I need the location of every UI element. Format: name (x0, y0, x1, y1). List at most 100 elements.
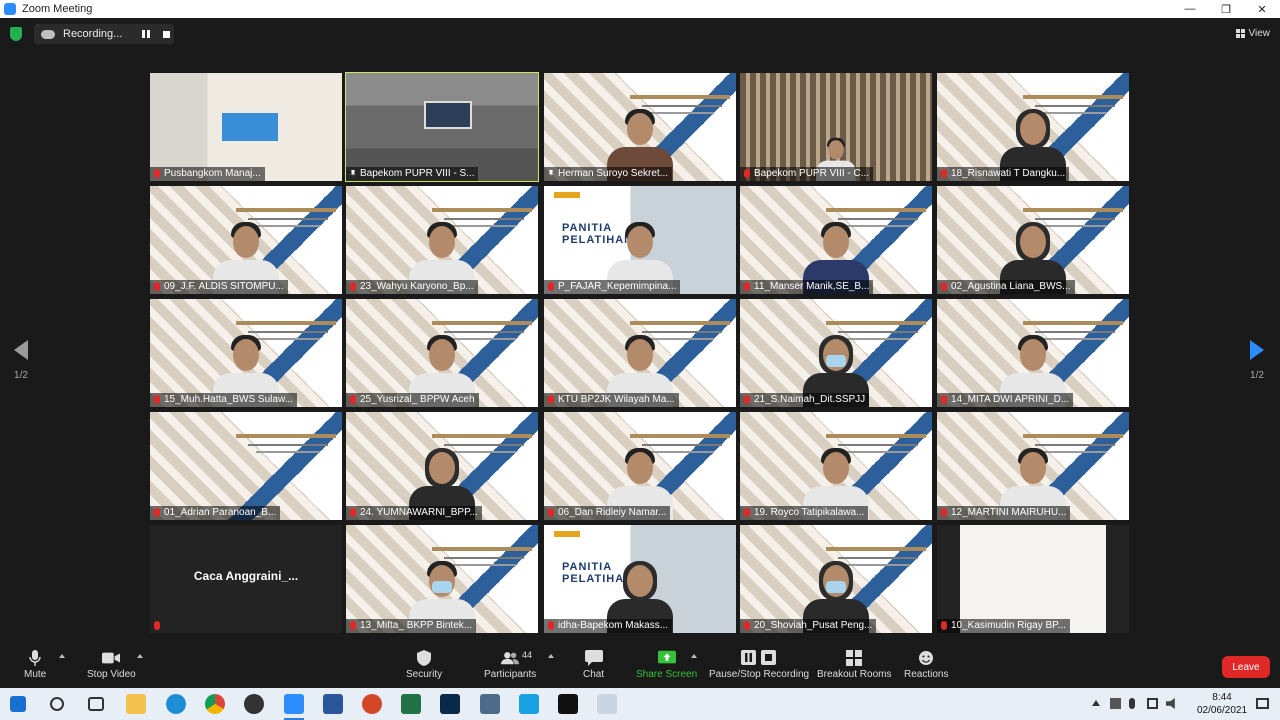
stop-recording-icon[interactable] (163, 30, 171, 38)
terminal-icon[interactable] (558, 694, 578, 714)
participant-tile[interactable]: 20_Shoviah_Pusat Peng... (740, 525, 932, 633)
participants-options-caret[interactable] (548, 654, 554, 658)
app-icon[interactable] (244, 694, 264, 714)
participant-tile[interactable]: Bapekom PUPR VIII - C... (740, 73, 932, 181)
audio-options-caret[interactable] (59, 654, 65, 658)
encryption-shield-icon[interactable] (10, 27, 22, 41)
participant-name-label: 14_MITA DWI APRINI_D... (937, 393, 1074, 407)
participant-name-label: KTU BP2JK Wilayah Ma... (544, 393, 679, 407)
participant-tile[interactable]: 14_MITA DWI APRINI_D... (937, 299, 1129, 407)
network-icon[interactable] (1147, 698, 1158, 709)
edge-browser-icon[interactable] (166, 694, 186, 714)
participant-tile[interactable]: 10_Kasimudin Rigay BP... (937, 525, 1129, 633)
participant-tile[interactable]: Herman Suroyo Sekret... (544, 73, 736, 181)
participant-name: 13_Mifta_ BKPP Bintek... (360, 620, 473, 631)
participant-tile[interactable]: 09_J.F. ALDIS SITOMPU... (150, 186, 342, 294)
participant-tile[interactable]: PANITIA PELATIHAN idha-Bapekom Makass... (544, 525, 736, 633)
participant-name-label: 23_Wahyu Karyono_Bp... (346, 280, 478, 294)
slide-title-bar (826, 321, 926, 325)
previous-page-button[interactable]: 1/2 (14, 340, 28, 381)
tray-chevron-icon[interactable] (1092, 700, 1100, 706)
participant-tile[interactable]: 21_S.Naimah_Dit.SSPJJ (740, 299, 932, 407)
muted-mic-icon (548, 395, 554, 404)
security-button[interactable]: Security (406, 650, 442, 680)
camera-icon[interactable] (480, 694, 500, 714)
mute-button[interactable]: Mute (24, 650, 46, 680)
tray-app-icon[interactable] (1110, 698, 1121, 709)
clock-time: 8:44 (1212, 692, 1232, 703)
participant-tile[interactable]: PANITIA PELATIHAN P_FAJAR_Kepemimpina... (544, 186, 736, 294)
view-button[interactable]: View (1235, 28, 1270, 39)
participant-tile[interactable]: 23_Wahyu Karyono_Bp... (346, 186, 538, 294)
excel-icon[interactable] (401, 694, 421, 714)
chevron-right-icon (1250, 340, 1264, 360)
participant-name-label: Pusbangkom Manaj... (150, 167, 265, 181)
tray-microphone-icon[interactable] (1129, 698, 1135, 709)
muted-mic-icon (154, 508, 160, 517)
windows-start-icon[interactable] (10, 696, 26, 712)
task-view-icon[interactable] (88, 697, 104, 711)
participant-tile[interactable]: KTU BP2JK Wilayah Ma... (544, 299, 736, 407)
participant-tile[interactable]: 01_Adrian Paranoan_B... (150, 412, 342, 520)
participant-tile[interactable]: 19. Royco Tatipikalawa... (740, 412, 932, 520)
word-icon[interactable] (323, 694, 343, 714)
powerpoint-icon[interactable] (362, 694, 382, 714)
paint-icon[interactable] (597, 694, 617, 714)
participant-name-label: 02_Agustina Liana_BWS... (937, 280, 1075, 294)
participants-icon (501, 650, 520, 666)
chrome-browser-icon[interactable] (205, 694, 225, 714)
participant-name: Pusbangkom Manaj... (164, 168, 261, 179)
chat-button[interactable]: Chat (583, 650, 604, 680)
participant-name-label: 25_Yusrizal_ BPPW Aceh (346, 393, 479, 407)
gallery-view: 1/2 1/2 Pusbangkom Manaj... Bapekom PUPR … (0, 50, 1280, 646)
photoshop-icon[interactable] (440, 694, 460, 714)
participant-tile[interactable]: Caca Anggraini_... (150, 525, 342, 633)
participant-name: 21_S.Naimah_Dit.SSPJJ (754, 394, 866, 405)
participant-tile[interactable]: 13_Mifta_ BKPP Bintek... (346, 525, 538, 633)
participant-name-label: 24. YUMNAWARNI_BPP... (346, 506, 482, 520)
pause-recording-icon[interactable] (142, 30, 151, 38)
participant-tile[interactable]: 02_Agustina Liana_BWS... (937, 186, 1129, 294)
volume-icon[interactable] (1166, 698, 1175, 709)
media-player-icon[interactable] (519, 694, 539, 714)
participant-name-label: Bapekom PUPR VIII - C... (740, 167, 874, 181)
search-icon[interactable] (50, 697, 64, 711)
maximize-button[interactable]: ❐ (1208, 0, 1244, 18)
share-screen-button[interactable]: Share Screen (636, 650, 697, 680)
participant-tile[interactable]: 15_Muh.Hatta_BWS Sulaw... (150, 299, 342, 407)
participant-tile[interactable]: 24. YUMNAWARNI_BPP... (346, 412, 538, 520)
zoom-taskbar-icon[interactable] (284, 694, 304, 720)
notifications-icon[interactable] (1256, 698, 1269, 709)
participant-tile[interactable]: 06_Dan Ridleiy Namar... (544, 412, 736, 520)
close-button[interactable]: ✕ (1244, 0, 1280, 18)
slide-title-bar (826, 547, 926, 551)
participant-tile[interactable]: 12_MARTINI MAIRUHU... (937, 412, 1129, 520)
next-page-button[interactable]: 1/2 (1250, 340, 1264, 381)
video-options-caret[interactable] (137, 654, 143, 658)
smiley-icon (917, 650, 935, 666)
minimize-button[interactable]: — (1172, 0, 1208, 18)
breakout-rooms-button[interactable]: Breakout Rooms (817, 650, 891, 680)
participant-tile[interactable]: 11_Manser Manik,SE_B... (740, 186, 932, 294)
pause-stop-recording-button[interactable]: Pause/Stop Recording (709, 650, 809, 680)
slide-title-bar (248, 444, 328, 446)
participant-name-label: 15_Muh.Hatta_BWS Sulaw... (150, 393, 297, 407)
leave-button[interactable]: Leave (1222, 656, 1270, 678)
stop-video-label: Stop Video (87, 669, 136, 680)
slide-title-bar (432, 547, 532, 551)
slide-title-bar (630, 95, 730, 99)
mute-label: Mute (24, 669, 47, 680)
stop-video-button[interactable]: Stop Video (87, 650, 136, 680)
participant-tile[interactable]: 18_Risnawati T Dangku... (937, 73, 1129, 181)
file-explorer-icon[interactable] (126, 694, 146, 714)
taskbar-clock[interactable]: 8:44 02/06/2021 (1196, 691, 1248, 717)
participant-tile[interactable]: Pusbangkom Manaj... (150, 73, 342, 181)
participant-name-label: 19. Royco Tatipikalawa... (740, 506, 869, 520)
meeting-topbar: Recording... View (0, 18, 1280, 50)
participant-tile[interactable]: Bapekom PUPR VIII - S... (345, 72, 539, 182)
slide-title-bar (630, 434, 730, 438)
share-options-caret[interactable] (691, 654, 697, 658)
participant-tile[interactable]: 25_Yusrizal_ BPPW Aceh (346, 299, 538, 407)
slide-title-bar (630, 321, 730, 325)
reactions-button[interactable]: Reactions (904, 650, 948, 680)
